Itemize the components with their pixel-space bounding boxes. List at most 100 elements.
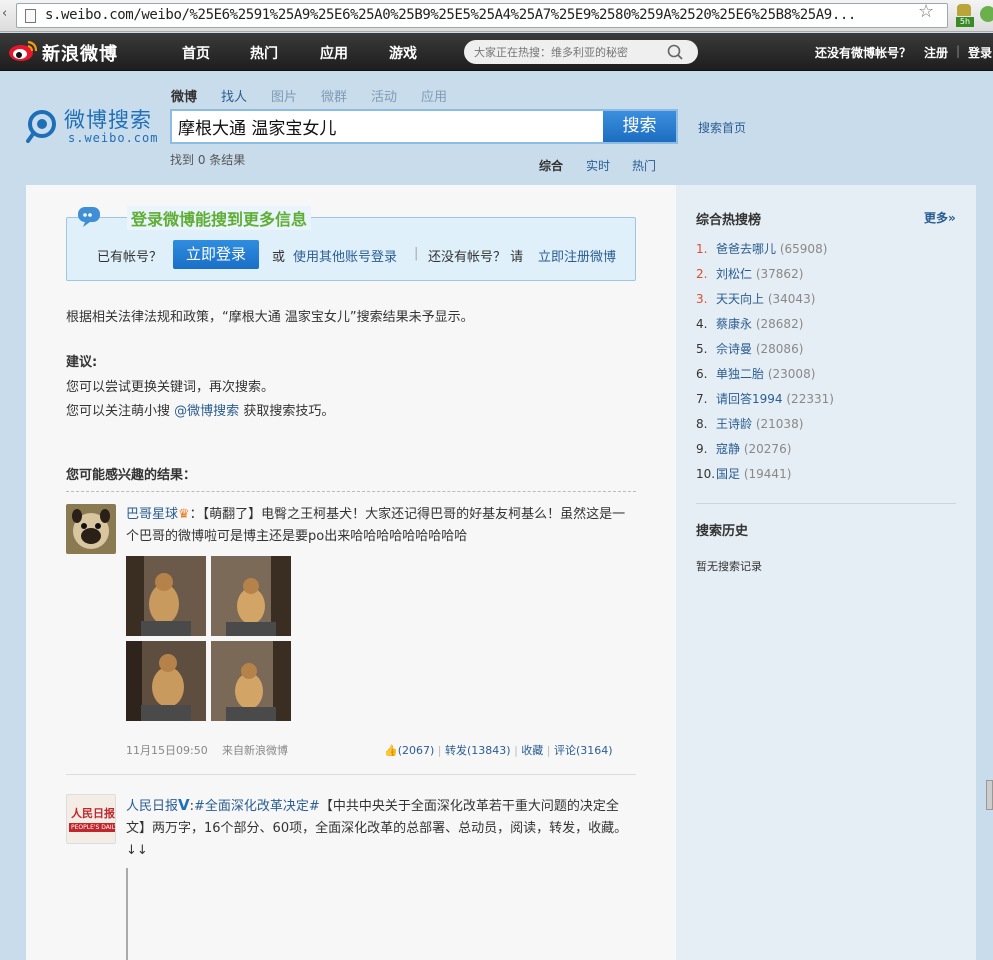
top-search-input[interactable] <box>474 43 659 61</box>
post-source[interactable]: 来自新浪微博 <box>222 742 288 758</box>
hot-item[interactable]: 10.国足 (19441) <box>696 465 791 482</box>
hot-item[interactable]: 8. 王诗龄 (21038) <box>696 415 803 432</box>
search-icon[interactable] <box>665 43 685 61</box>
other-account-login-link[interactable]: 使用其他账号登录 <box>293 246 397 265</box>
post-image[interactable] <box>126 641 206 721</box>
thumbs-up-icon[interactable]: 👍 <box>384 744 398 757</box>
extension-badge: 5h <box>956 17 974 27</box>
hot-item[interactable]: 3. 天天向上 (34043) <box>696 290 815 307</box>
avatar[interactable]: 人民日报 PEOPLE'S DAILY <box>66 794 116 844</box>
suggestion-line-1: 您可以尝试更换关键词，再次搜索。 <box>66 380 275 395</box>
tab-apps[interactable]: 应用 <box>421 86 447 105</box>
hot-item[interactable]: 6. 单独二胎 (23008) <box>696 365 815 382</box>
hot-term[interactable]: 寇静 <box>716 442 740 456</box>
search-button[interactable]: 搜索 <box>603 111 676 142</box>
hot-item[interactable]: 7. 请回答1994 (22331) <box>696 390 834 407</box>
hot-term[interactable]: 刘松仁 <box>716 267 752 281</box>
bookmark-star-icon[interactable]: ☆ <box>918 1 934 22</box>
hot-term[interactable]: 国足 <box>716 467 740 481</box>
hot-count: (65908) <box>779 242 828 256</box>
tab-events[interactable]: 活动 <box>371 86 397 105</box>
post-username[interactable]: 巴哥星球 <box>126 507 178 522</box>
comment-link[interactable]: 评论(3164) <box>554 744 613 757</box>
suggestion-text-end: 获取搜索技巧。 <box>243 404 335 419</box>
login-now-button[interactable]: 立即登录 <box>173 240 259 269</box>
nav-separator: | <box>956 44 961 58</box>
hot-term[interactable]: 蔡康永 <box>716 317 752 331</box>
extension-icon[interactable]: 5h <box>954 4 974 28</box>
weibo-search-mention-link[interactable]: @微博搜索 <box>174 404 239 419</box>
page-icon <box>25 9 36 23</box>
weibo-eye-icon <box>9 40 38 61</box>
suggestion-text: 您可以关注萌小搜 <box>66 404 171 419</box>
tab-popular[interactable]: 热门 <box>632 157 656 174</box>
login-separator: | <box>414 246 419 261</box>
search-box: 搜索 <box>170 109 678 144</box>
hot-term[interactable]: 王诗龄 <box>716 417 752 431</box>
hot-rank: 9. <box>696 442 708 456</box>
hot-item[interactable]: 2. 刘松仁 (37862) <box>696 265 803 282</box>
tab-weibo[interactable]: 微博 <box>171 86 197 105</box>
main-panel: 登录微博能搜到更多信息 已有帐号？ 立即登录 或 使用其他账号登录 | 还没有帐… <box>26 185 676 960</box>
post-actions: 👍(2067) | 转发(13843) | 收藏 | 评论(3164) <box>384 742 613 758</box>
hot-item[interactable]: 5. 佘诗曼 (28086) <box>696 340 803 357</box>
tab-groups[interactable]: 微群 <box>321 86 347 105</box>
nav-apps[interactable]: 应用 <box>320 43 348 63</box>
tab-images[interactable]: 图片 <box>271 86 297 105</box>
topic-link[interactable]: #全面深化改革决定# <box>194 799 320 814</box>
search-brand-icon <box>26 110 56 143</box>
hot-rank: 4. <box>696 317 708 331</box>
hot-count: (28682) <box>755 317 804 331</box>
hot-rank: 2. <box>696 267 708 281</box>
extension-green-icon[interactable] <box>980 6 993 22</box>
hot-rank: 1. <box>696 242 708 256</box>
repost-link[interactable]: 转发(13843) <box>445 744 511 757</box>
post-image[interactable] <box>211 556 291 636</box>
hot-rank: 6. <box>696 367 708 381</box>
nav-games[interactable]: 游戏 <box>389 43 417 63</box>
search-home-link[interactable]: 搜索首页 <box>698 119 746 136</box>
tab-people[interactable]: 找人 <box>221 86 247 105</box>
hot-count: (37862) <box>755 267 804 281</box>
hot-term[interactable]: 请回答1994 <box>716 392 783 406</box>
hot-term[interactable]: 爸爸去哪儿 <box>716 242 776 256</box>
hot-item[interactable]: 1. 爸爸去哪儿 (65908) <box>696 240 827 257</box>
no-account-text: 还没有微博帐号？ <box>815 46 912 60</box>
search-input[interactable] <box>178 114 598 139</box>
sidebar-divider <box>696 503 956 504</box>
suggestion-line-2: 您可以关注萌小搜 @微博搜索 获取搜索技巧。 <box>66 400 334 419</box>
post-image[interactable] <box>126 556 206 636</box>
hot-term[interactable]: 天天向上 <box>716 292 764 306</box>
feedback-tab[interactable] <box>986 780 993 810</box>
hot-term[interactable]: 单独二胎 <box>716 367 764 381</box>
favorite-link[interactable]: 收藏 <box>521 744 543 757</box>
more-link[interactable]: 更多» <box>924 209 956 226</box>
post-username[interactable]: 人民日报 <box>126 799 178 814</box>
address-field[interactable]: s.weibo.com/weibo/%25E6%2591%25A9%25E6%2… <box>16 3 948 28</box>
hot-item[interactable]: 4. 蔡康永 (28682) <box>696 315 803 332</box>
feed-divider <box>66 774 636 775</box>
feed-item: 巴哥星球♛：【萌翻了】电臀之王柯基犬！大家还记得巴哥的好基友柯基么！虽然这是一个… <box>66 504 636 764</box>
tab-comprehensive[interactable]: 综合 <box>539 157 563 174</box>
hot-count: (28086) <box>755 342 804 356</box>
hot-item[interactable]: 9. 寇静 (20276) <box>696 440 791 457</box>
search-history-title: 搜索历史 <box>696 524 749 539</box>
action-separator: | <box>546 744 551 757</box>
like-count[interactable]: (2067) <box>398 744 435 757</box>
login-link[interactable]: 登录 <box>968 44 992 61</box>
verified-icon: V <box>178 796 190 814</box>
nav-home[interactable]: 首页 <box>182 43 210 63</box>
register-now-link[interactable]: 立即注册微博 <box>538 246 616 265</box>
post-image[interactable] <box>211 641 291 721</box>
register-link[interactable]: 注册 <box>924 44 948 61</box>
tab-realtime[interactable]: 实时 <box>586 157 610 174</box>
back-arrow-icon[interactable]: ‹ <box>2 6 12 24</box>
hot-term[interactable]: 佘诗曼 <box>716 342 752 356</box>
avatar[interactable] <box>66 504 116 554</box>
hot-count: (34043) <box>767 292 816 306</box>
url-text[interactable]: s.weibo.com/weibo/%25E6%2591%25A9%25E6%2… <box>45 7 856 23</box>
action-separator: | <box>514 744 518 757</box>
post-time[interactable]: 11月15日09:50 <box>126 742 208 758</box>
crown-icon: ♛ <box>178 507 190 522</box>
nav-hot[interactable]: 热门 <box>250 43 278 63</box>
